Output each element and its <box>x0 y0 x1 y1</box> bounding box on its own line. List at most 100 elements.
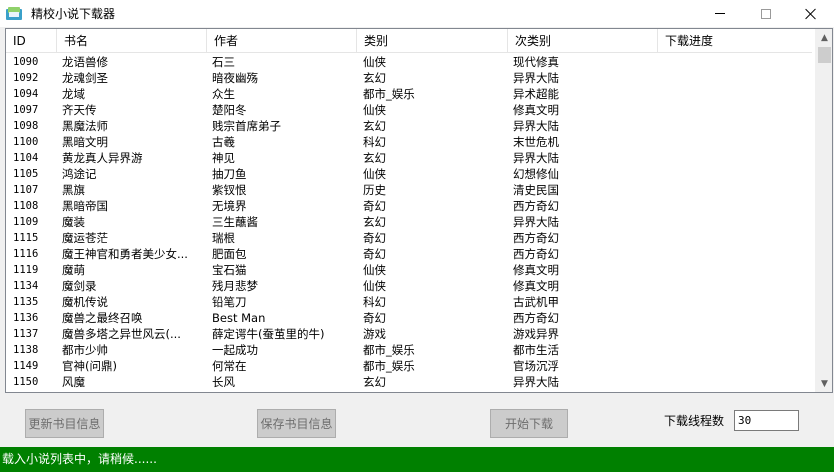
cell-category: 历史 <box>363 183 386 197</box>
cell-title: 魔运苍茫 <box>62 231 108 245</box>
cell-title: 都市少帅 <box>62 343 108 357</box>
cell-title: 魔萌 <box>62 263 85 277</box>
cell-author: 楚阳冬 <box>212 103 247 117</box>
table-row[interactable]: 1100 黑暗文明 古羲 科幻 末世危机 <box>6 134 812 150</box>
cell-category: 玄幻 <box>363 375 386 389</box>
table-row[interactable]: 1149 官神(问鼎) 何常在 都市_娱乐 官场沉浮 <box>6 358 812 374</box>
cell-author: 紫钗恨 <box>212 183 247 197</box>
column-header-category[interactable]: 类别 <box>357 29 508 53</box>
cell-subcategory: 官场沉浮 <box>513 359 559 373</box>
cell-title: 魔兽多塔之异世风云(... <box>62 327 181 341</box>
cell-category: 仙侠 <box>363 279 386 293</box>
table-row[interactable]: 1136 魔兽之最终召唤 Best Man 奇幻 西方奇幻 <box>6 310 812 326</box>
table-row[interactable]: 1098 黑魔法师 贱宗首席弟子 玄幻 异界大陆 <box>6 118 812 134</box>
cell-author: 古羲 <box>212 135 235 149</box>
cell-id: 1134 <box>13 280 39 292</box>
cell-title: 龙域 <box>62 87 85 101</box>
cell-subcategory: 异界大陆 <box>513 151 559 165</box>
cell-id: 1150 <box>13 376 39 388</box>
update-catalog-button[interactable]: 更新书目信息 <box>25 409 104 438</box>
column-header-progress[interactable]: 下载进度 <box>658 29 812 53</box>
cell-title: 黄龙真人异界游 <box>62 151 143 165</box>
cell-author: 抽刀鱼 <box>212 167 247 181</box>
app-window: 精校小说下载器 ID 书名 作者 类别 次类别 下载进度 1090 龙语兽修 石三仙… <box>0 0 834 472</box>
cell-category: 奇幻 <box>363 247 386 261</box>
column-header-id[interactable]: ID <box>6 29 57 53</box>
cell-title: 魔兽之最终召唤 <box>62 311 143 325</box>
scroll-thumb[interactable] <box>818 47 831 63</box>
table-row[interactable]: 1135 魔机传说 铅笔刀 科幻 古武机甲 <box>6 294 812 310</box>
cell-title: 魔王神官和勇者美少女... <box>62 247 188 261</box>
table-row[interactable]: 1137 魔兽多塔之异世风云(... 薛定谔牛(蚕茧里的牛) 游戏 游戏异界 <box>6 326 812 342</box>
cell-id: 1136 <box>13 312 39 324</box>
scroll-down-button[interactable]: ▼ <box>816 375 832 392</box>
cell-id: 1105 <box>13 168 39 180</box>
cell-category: 玄幻 <box>363 71 386 85</box>
cell-id: 1116 <box>13 248 39 260</box>
cell-subcategory: 异界大陆 <box>513 375 559 389</box>
cell-id: 1137 <box>13 328 39 340</box>
table-row[interactable]: 1097 齐天传 楚阳冬 仙侠 修真文明 <box>6 102 812 118</box>
cell-author: 长风 <box>212 375 235 389</box>
scroll-up-button[interactable]: ▲ <box>816 29 832 46</box>
table-row[interactable]: 1094 龙域 众生 都市_娱乐 异术超能 <box>6 86 812 102</box>
cell-title: 龙魂剑圣 <box>62 71 108 85</box>
table-row[interactable]: 1119 魔萌 宝石猫 仙侠 修真文明 <box>6 262 812 278</box>
minimize-icon <box>715 13 725 14</box>
cell-author: 众生 <box>212 87 235 101</box>
column-header-author[interactable]: 作者 <box>207 29 357 53</box>
cell-title: 黑暗帝国 <box>62 199 108 213</box>
table-row[interactable]: 1138 都市少帅 一起成功 都市_娱乐 都市生活 <box>6 342 812 358</box>
cell-category: 科幻 <box>363 135 386 149</box>
thread-count-input[interactable]: 30 <box>734 410 799 431</box>
table-row[interactable]: 1109 魔装 三生蘸酱 玄幻 异界大陆 <box>6 214 812 230</box>
cell-category: 仙侠 <box>363 263 386 277</box>
cell-author: 残月悲梦 <box>212 279 258 293</box>
cell-id: 1108 <box>13 200 39 212</box>
cell-subcategory: 西方奇幻 <box>513 199 559 213</box>
table-row[interactable]: 1107 黑旗 紫钗恨 历史 清史民国 <box>6 182 812 198</box>
table-row[interactable]: 1134 魔剑录 残月悲梦 仙侠 修真文明 <box>6 278 812 294</box>
cell-subcategory: 幻想修仙 <box>513 167 559 181</box>
cell-id: 1119 <box>13 264 39 276</box>
start-download-button[interactable]: 开始下载 <box>490 409 568 438</box>
novel-list[interactable]: ID 书名 作者 类别 次类别 下载进度 1090 龙语兽修 石三 仙侠 现代修真 109… <box>5 28 833 393</box>
vertical-scrollbar[interactable]: ▲ ▼ <box>815 29 832 392</box>
maximize-button[interactable] <box>743 0 789 27</box>
chevron-up-icon: ▲ <box>821 32 828 43</box>
cell-title: 黑魔法师 <box>62 119 108 133</box>
books-icon <box>6 6 22 22</box>
table-row[interactable]: 1115 魔运苍茫 瑞根 奇幻 西方奇幻 <box>6 230 812 246</box>
cell-id: 1100 <box>13 136 39 148</box>
column-header-title[interactable]: 书名 <box>57 29 207 53</box>
cell-author: 宝石猫 <box>212 263 247 277</box>
minimize-button[interactable] <box>697 0 743 27</box>
cell-title: 鸿途记 <box>62 167 97 181</box>
cell-id: 1097 <box>13 104 39 116</box>
cell-author: Best Man <box>212 311 266 325</box>
cell-id: 1115 <box>13 232 39 244</box>
table-row[interactable]: 1116 魔王神官和勇者美少女... 肥面包 奇幻 西方奇幻 <box>6 246 812 262</box>
save-catalog-button[interactable]: 保存书目信息 <box>257 409 336 438</box>
table-row[interactable]: 1090 龙语兽修 石三 仙侠 现代修真 <box>6 54 812 70</box>
cell-subcategory: 古武机甲 <box>513 295 559 309</box>
table-row[interactable]: 1092 龙魂剑圣 暗夜幽殇 玄幻 异界大陆 <box>6 70 812 86</box>
close-icon <box>805 8 817 20</box>
cell-id: 1094 <box>13 88 39 100</box>
cell-author: 薛定谔牛(蚕茧里的牛) <box>212 327 325 341</box>
close-button[interactable] <box>788 0 834 27</box>
cell-author: 瑞根 <box>212 231 235 245</box>
cell-category: 仙侠 <box>363 103 386 117</box>
title-bar: 精校小说下载器 <box>0 0 834 27</box>
table-row[interactable]: 1105 鸿途记 抽刀鱼 仙侠 幻想修仙 <box>6 166 812 182</box>
column-header-subcategory[interactable]: 次类别 <box>508 29 658 53</box>
table-row[interactable]: 1150 风魔 长风 玄幻 异界大陆 <box>6 374 812 390</box>
table-row[interactable]: 1108 黑暗帝国 无境界 奇幻 西方奇幻 <box>6 198 812 214</box>
cell-id: 1090 <box>13 56 39 68</box>
cell-subcategory: 末世危机 <box>513 135 559 149</box>
cell-title: 魔剑录 <box>62 279 97 293</box>
cell-category: 奇幻 <box>363 311 386 325</box>
cell-category: 游戏 <box>363 327 386 341</box>
table-row[interactable]: 1104 黄龙真人异界游 神见 玄幻 异界大陆 <box>6 150 812 166</box>
cell-subcategory: 修真文明 <box>513 103 559 117</box>
